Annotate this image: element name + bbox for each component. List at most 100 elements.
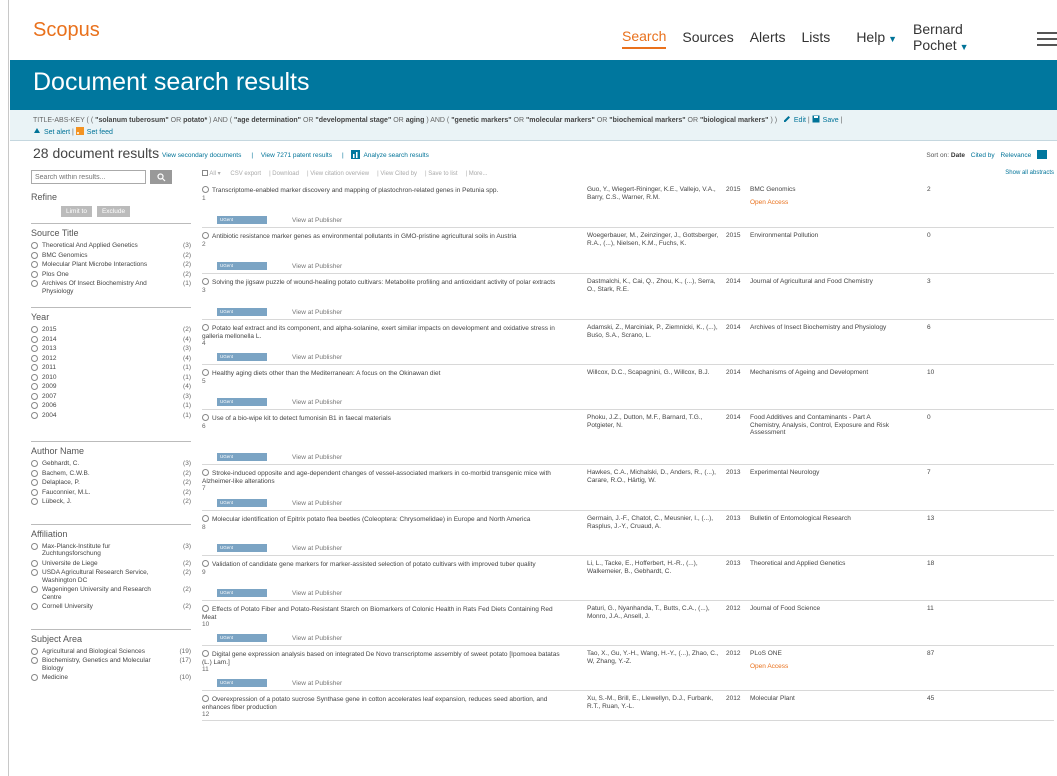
result-checkbox[interactable]	[202, 232, 209, 239]
result-cited-by[interactable]: 0	[927, 414, 931, 421]
facet-row[interactable]: Lübeck, J. (2)	[31, 498, 191, 506]
facet-checkbox[interactable]	[31, 569, 38, 576]
result-authors[interactable]: Tao, X., Gu, Y.-H., Wang, H.-Y., (...), …	[587, 650, 722, 665]
result-source[interactable]: Archives of Insect Biochemistry and Phys…	[750, 324, 900, 332]
facet-checkbox[interactable]	[31, 469, 38, 477]
result-checkbox[interactable]	[202, 186, 209, 193]
sfx-button[interactable]: UGent	[217, 499, 267, 507]
result-checkbox[interactable]	[202, 324, 209, 331]
view-at-publisher-link[interactable]: View at Publisher	[292, 500, 342, 507]
result-source[interactable]: Food Additives and Contaminants - Part A…	[750, 414, 900, 437]
result-title[interactable]: Use of a bio-wipe kit to detect fumonisi…	[202, 414, 562, 430]
view-at-publisher-link[interactable]: View at Publisher	[292, 680, 342, 687]
facet-checkbox[interactable]	[31, 657, 38, 664]
result-source[interactable]: Mechanisms of Ageing and Development	[750, 369, 900, 377]
view-at-publisher-link[interactable]: View at Publisher	[292, 263, 342, 270]
facet-checkbox[interactable]	[31, 479, 38, 486]
facet-checkbox[interactable]	[31, 270, 38, 278]
facet-row[interactable]: 2010 (1)	[31, 373, 191, 382]
result-title[interactable]: Healthy aging diets other than the Medit…	[202, 369, 562, 385]
set-alert-link[interactable]: Set alert	[33, 128, 70, 136]
facet-row[interactable]: Max-Planck-Institute fur Zuchtungsforsch…	[31, 542, 191, 558]
search-within-input[interactable]	[31, 170, 146, 184]
view-at-publisher-link[interactable]: View at Publisher	[292, 399, 342, 406]
result-cited-by[interactable]: 18	[927, 560, 934, 567]
sfx-button[interactable]: UGent	[217, 353, 267, 361]
result-cited-by[interactable]: 45	[927, 695, 934, 702]
result-title[interactable]: Digital gene expression analysis based o…	[202, 650, 562, 674]
facet-row[interactable]: 2015 (2)	[31, 326, 191, 334]
facet-row[interactable]: Bachem, C.W.B. (2)	[31, 469, 191, 478]
sfx-button[interactable]: UGent	[217, 398, 267, 406]
result-cited-by[interactable]: 11	[927, 605, 934, 612]
facet-checkbox[interactable]	[31, 392, 38, 400]
sfx-button[interactable]: UGent	[217, 262, 267, 270]
result-checkbox[interactable]	[202, 469, 209, 476]
view-cited-by-button[interactable]: View Cited by	[380, 171, 417, 177]
facet-checkbox[interactable]	[31, 498, 38, 505]
sfx-button[interactable]: UGent	[217, 453, 267, 461]
result-checkbox[interactable]	[202, 650, 209, 657]
search-within-button[interactable]	[150, 170, 172, 184]
result-authors[interactable]: Phoku, J.Z., Dutton, M.F., Barnard, T.G.…	[587, 414, 722, 429]
facet-row[interactable]: 2004 (1)	[31, 411, 191, 420]
result-source[interactable]: BMC Genomics	[750, 186, 900, 194]
result-source[interactable]: Bulletin of Entomological Research	[750, 515, 900, 523]
facet-checkbox[interactable]	[31, 280, 38, 287]
result-cited-by[interactable]: 2	[927, 186, 931, 193]
facet-checkbox[interactable]	[31, 647, 38, 655]
view-at-publisher-link[interactable]: View at Publisher	[292, 590, 342, 597]
result-authors[interactable]: Li, L., Tacke, E., Hofferbert, H.-R., (.…	[587, 560, 722, 575]
result-cited-by[interactable]: 0	[927, 232, 931, 239]
csv-export-button[interactable]: CSV export	[230, 171, 261, 177]
nav-user[interactable]: Bernard Pochet ▼	[913, 21, 1013, 56]
facet-row[interactable]: 2014 (4)	[31, 335, 191, 344]
facet-row[interactable]: 2013 (3)	[31, 345, 191, 353]
facet-checkbox[interactable]	[31, 335, 38, 343]
result-checkbox[interactable]	[202, 605, 209, 612]
hamburger-menu-icon[interactable]	[1036, 28, 1057, 50]
citation-overview-button[interactable]: View citation overview	[310, 171, 369, 177]
facet-row[interactable]: BMC Genomics (2)	[31, 251, 191, 260]
result-authors[interactable]: Germain, J.-F., Chatot, C., Meusnier, I.…	[587, 515, 722, 530]
sort-relevance[interactable]: Relevance	[1000, 152, 1031, 159]
facet-checkbox[interactable]	[31, 586, 38, 593]
facet-row[interactable]: 2011 (1)	[31, 364, 191, 372]
facet-row[interactable]: Gebhardt, C. (3)	[31, 460, 191, 468]
sfx-button[interactable]: UGent	[217, 589, 267, 597]
result-authors[interactable]: Paturi, G., Nyanhanda, T., Butts, C.A., …	[587, 605, 722, 620]
facet-checkbox[interactable]	[31, 559, 38, 567]
facet-row[interactable]: Cornell University (2)	[31, 603, 191, 611]
scopus-logo[interactable]: Scopus	[33, 19, 100, 42]
result-title[interactable]: Molecular identification of Epitrix pota…	[202, 515, 562, 531]
result-source[interactable]: Molecular Plant	[750, 695, 900, 703]
sort-date[interactable]: Date	[951, 152, 965, 159]
facet-checkbox[interactable]	[31, 251, 38, 259]
result-title[interactable]: Validation of candidate gene markers for…	[202, 560, 562, 576]
facet-checkbox[interactable]	[31, 674, 38, 681]
facet-checkbox[interactable]	[31, 383, 38, 390]
view-at-publisher-link[interactable]: View at Publisher	[292, 635, 342, 642]
result-title[interactable]: Solving the jigsaw puzzle of wound-heali…	[202, 278, 562, 294]
result-authors[interactable]: Dastmalchi, K., Cai, Q., Zhou, K., (...)…	[587, 278, 722, 293]
view-at-publisher-link[interactable]: View at Publisher	[292, 545, 342, 552]
sort-cited-by[interactable]: Cited by	[971, 152, 995, 159]
result-source[interactable]: Journal of Food Science	[750, 605, 900, 613]
result-source[interactable]: PLoS ONE	[750, 650, 900, 658]
facet-checkbox[interactable]	[31, 345, 38, 352]
facet-row[interactable]: 2012 (4)	[31, 354, 191, 363]
result-checkbox[interactable]	[202, 278, 209, 285]
result-checkbox[interactable]	[202, 515, 209, 522]
facet-row[interactable]: Archives Of Insect Biochemistry And Phys…	[31, 280, 191, 295]
facet-row[interactable]: Medicine (10)	[31, 674, 191, 682]
facet-row[interactable]: Wageningen University and Research Centr…	[31, 586, 191, 601]
exclude-button[interactable]: Exclude	[96, 206, 131, 217]
set-feed-link[interactable]: Set feed	[75, 127, 113, 136]
sfx-button[interactable]: UGent	[217, 544, 267, 552]
result-title[interactable]: Antibiotic resistance marker genes as en…	[202, 232, 562, 248]
result-authors[interactable]: Xu, S.-M., Brill, E., Llewellyn, D.J., F…	[587, 695, 722, 710]
result-title[interactable]: Transcriptome-enabled marker discovery a…	[202, 186, 562, 202]
facet-row[interactable]: Plos One (2)	[31, 270, 191, 279]
sort-direction-icon[interactable]	[1037, 150, 1047, 159]
nav-alerts[interactable]: Alerts	[750, 29, 786, 48]
